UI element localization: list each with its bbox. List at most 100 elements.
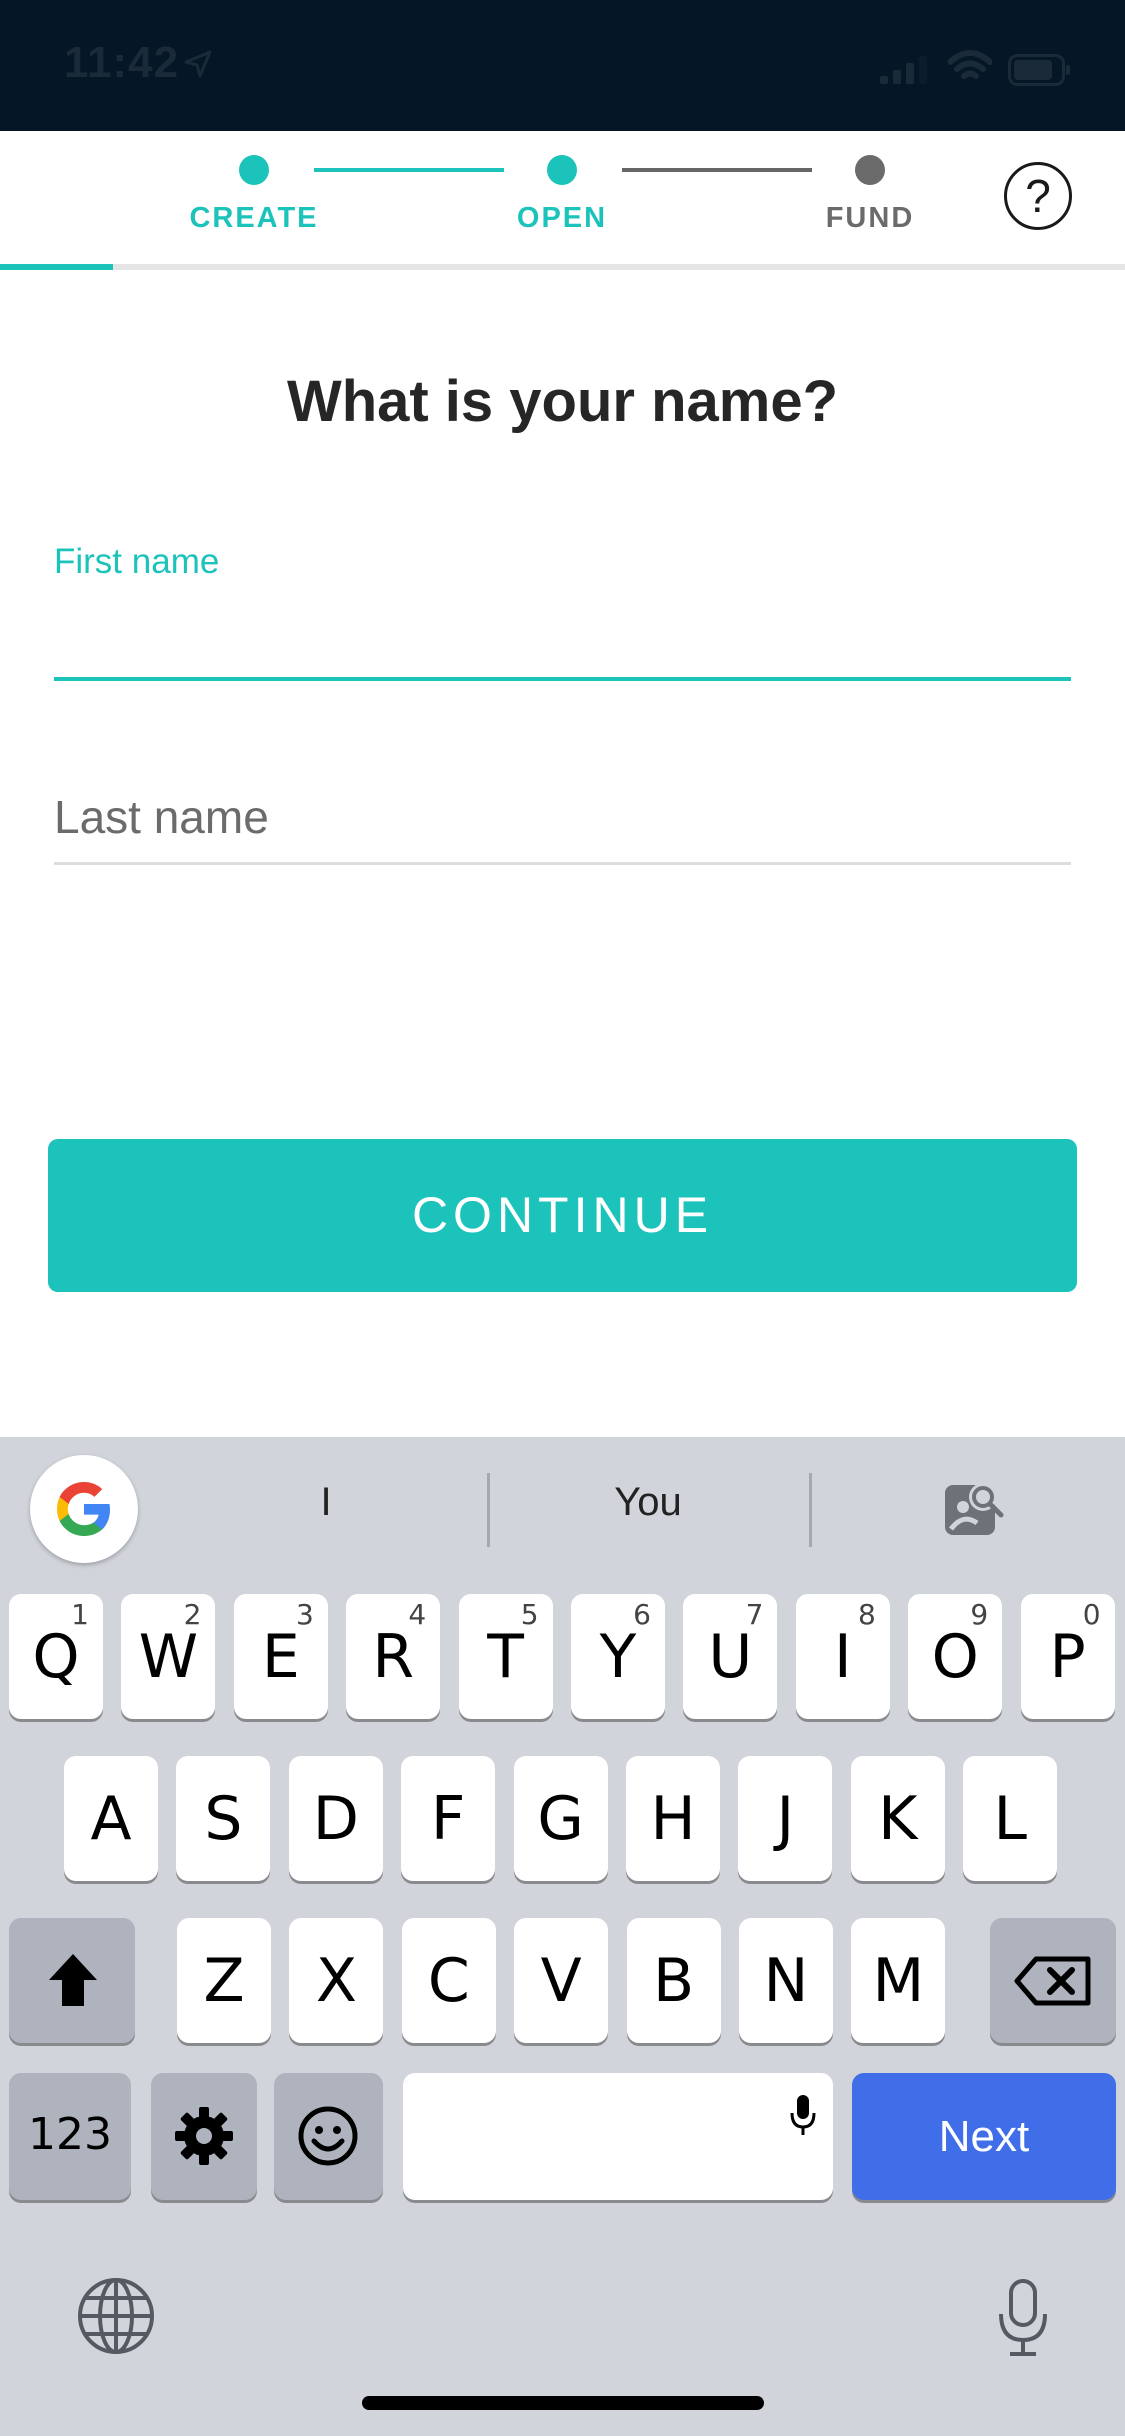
first-name-label: First name (54, 542, 220, 581)
key-d[interactable]: D (288, 1756, 383, 1881)
key-label: N (763, 1946, 809, 2016)
progress-stepper (0, 131, 1125, 270)
key-number-hint: 0 (1082, 1598, 1101, 1631)
shift-key[interactable] (9, 1918, 135, 2043)
key-label: G (537, 1784, 584, 1854)
key-w[interactable]: W2 (121, 1594, 216, 1719)
suggestion-1[interactable]: I (176, 1480, 476, 1525)
step-dot-fund (855, 155, 885, 185)
key-label: I (833, 1622, 852, 1692)
battery-icon (1008, 54, 1070, 86)
key-label: T (487, 1622, 524, 1692)
key-c[interactable]: C (401, 1918, 496, 2043)
key-b[interactable]: B (626, 1918, 721, 2043)
first-name-input[interactable] (54, 600, 1071, 670)
home-indicator (362, 2396, 764, 2410)
emoji-key[interactable] (274, 2073, 383, 2200)
key-s[interactable]: S (176, 1756, 271, 1881)
key-u[interactable]: U7 (683, 1594, 778, 1719)
google-icon (57, 1482, 110, 1536)
key-x[interactable]: X (289, 1918, 384, 2043)
microphone-small-icon (790, 2095, 816, 2135)
google-button[interactable] (30, 1455, 138, 1563)
key-a[interactable]: A (64, 1756, 158, 1881)
key-label: Z (203, 1946, 245, 2016)
settings-key[interactable] (151, 2073, 257, 2200)
key-label: B (653, 1946, 695, 2016)
suggestion-divider (809, 1473, 812, 1547)
next-key[interactable]: Next (852, 2073, 1116, 2200)
key-j[interactable]: J (738, 1756, 833, 1881)
step-label-fund: FUND (825, 202, 915, 234)
wifi-icon (948, 50, 992, 79)
last-name-input[interactable]: Last name (54, 790, 269, 844)
step-dot-create (239, 155, 269, 185)
status-time: 11:42 (64, 38, 180, 87)
key-label: D (312, 1784, 359, 1854)
backspace-key[interactable] (990, 1918, 1116, 2043)
key-r[interactable]: R4 (346, 1594, 441, 1719)
key-label: O (931, 1622, 979, 1692)
help-button[interactable]: ? (1004, 162, 1072, 230)
key-o[interactable]: O9 (908, 1594, 1003, 1719)
numbers-key[interactable]: 123 (9, 2073, 131, 2200)
key-y[interactable]: Y6 (571, 1594, 665, 1719)
step-connector-create-open (314, 168, 504, 172)
shift-icon (49, 1954, 97, 2006)
key-t[interactable]: T5 (458, 1594, 553, 1719)
signal-icon (880, 56, 927, 84)
key-label: S (204, 1784, 243, 1854)
globe-icon[interactable] (76, 2276, 156, 2356)
key-label: L (993, 1784, 1027, 1854)
backspace-icon (1014, 1956, 1091, 2006)
key-number-hint: 6 (633, 1598, 651, 1631)
progress-track (0, 264, 1125, 270)
key-number-hint: 1 (71, 1598, 89, 1631)
key-label: A (90, 1784, 132, 1854)
help-icon: ? (1025, 170, 1051, 222)
key-i[interactable]: I8 (795, 1594, 890, 1719)
key-number-hint: 7 (745, 1598, 764, 1631)
microphone-icon[interactable] (996, 2278, 1050, 2358)
key-h[interactable]: H (626, 1756, 720, 1881)
key-v[interactable]: V (514, 1918, 609, 2043)
key-label: M (872, 1946, 925, 2016)
key-f[interactable]: F (401, 1756, 496, 1881)
key-m[interactable]: M (851, 1918, 946, 2043)
key-l[interactable]: L (963, 1756, 1058, 1881)
first-name-underline (54, 677, 1071, 681)
key-q[interactable]: Q1 (9, 1594, 103, 1719)
location-arrow-icon (184, 50, 212, 78)
key-label: C (427, 1946, 470, 2016)
key-label: K (878, 1784, 918, 1854)
key-number-hint: 3 (295, 1598, 314, 1631)
key-label: H (650, 1784, 696, 1854)
page-title: What is your name? (286, 369, 839, 434)
key-label: Q (32, 1622, 80, 1692)
key-number-hint: 2 (183, 1598, 202, 1631)
key-k[interactable]: K (850, 1756, 945, 1881)
step-label-create: CREATE (189, 202, 319, 234)
key-number-hint: 9 (970, 1598, 989, 1631)
step-connector-open-fund (622, 168, 812, 172)
key-number-hint: 5 (520, 1598, 539, 1631)
gear-icon (175, 2107, 233, 2165)
key-p[interactable]: P0 (1020, 1594, 1115, 1719)
key-n[interactable]: N (739, 1918, 833, 2043)
key-g[interactable]: G (513, 1756, 608, 1881)
suggestion-divider (487, 1473, 490, 1547)
key-label: W (138, 1622, 199, 1692)
suggestion-2[interactable]: You (498, 1480, 798, 1525)
continue-button[interactable]: CONTINUE (48, 1139, 1077, 1292)
key-e[interactable]: E3 (233, 1594, 328, 1719)
step-label-open: OPEN (516, 202, 608, 234)
last-name-underline (54, 862, 1071, 865)
key-number-hint: 8 (857, 1598, 876, 1631)
key-label: E (261, 1622, 300, 1692)
key-z[interactable]: Z (177, 1918, 271, 2043)
key-label: U (708, 1622, 753, 1692)
emoji-icon (298, 2106, 358, 2166)
image-search-icon[interactable] (943, 1477, 1005, 1539)
step-dot-open (547, 155, 577, 185)
space-key[interactable] (403, 2073, 833, 2200)
